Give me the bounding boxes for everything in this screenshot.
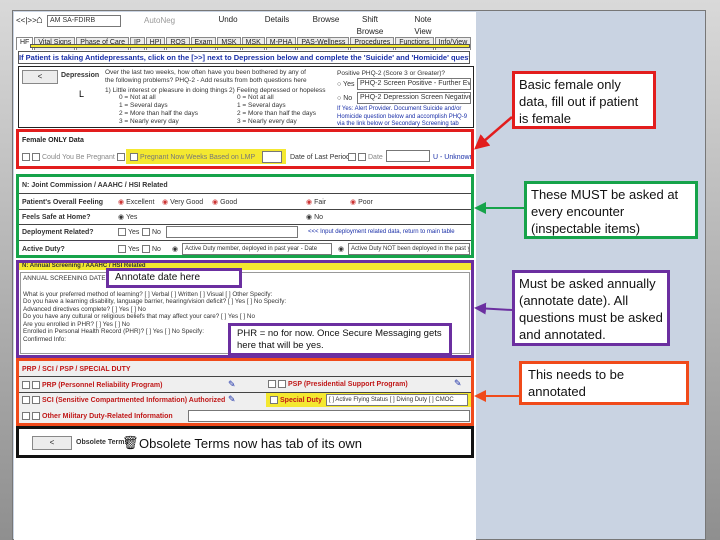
callout-arrows [474, 116, 524, 402]
female-arrow [474, 116, 513, 150]
annual-arrow [474, 302, 513, 315]
